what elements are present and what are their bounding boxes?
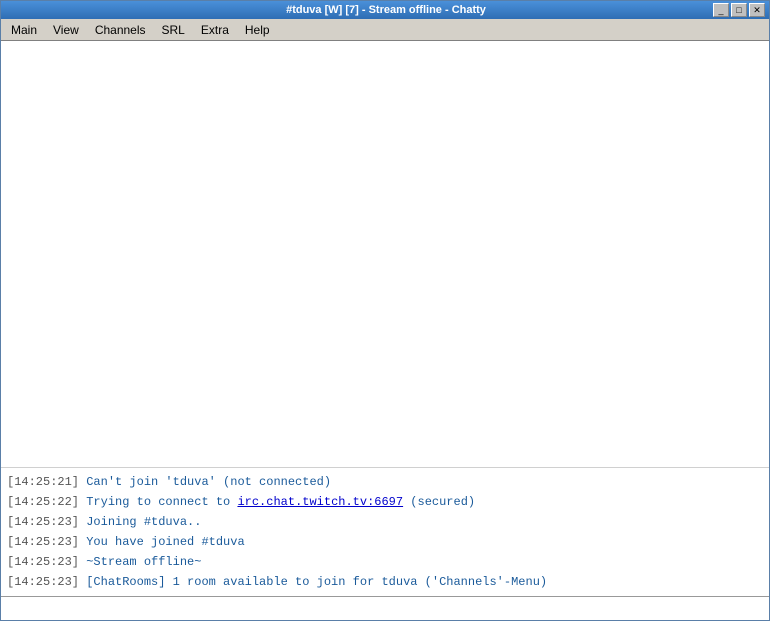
menu-item-channels[interactable]: Channels: [87, 21, 154, 39]
menu-bar: Main View Channels SRL Extra Help: [1, 19, 769, 41]
timestamp-3: [14:25:23]: [7, 515, 79, 529]
msg-text-2-before: Trying to connect to: [86, 495, 237, 509]
menu-item-extra[interactable]: Extra: [193, 21, 237, 39]
menu-item-srl[interactable]: SRL: [154, 21, 193, 39]
message-line-6: [14:25:23] [ChatRooms] 1 room available …: [1, 572, 769, 592]
message-line-4: [14:25:23] You have joined #tduva: [1, 532, 769, 552]
timestamp-4: [14:25:23]: [7, 535, 79, 549]
timestamp-5: [14:25:23]: [7, 555, 79, 569]
menu-item-main[interactable]: Main: [3, 21, 45, 39]
msg-text-4: You have joined #tduva: [86, 535, 244, 549]
message-line-5: [14:25:23] ~Stream offline~: [1, 552, 769, 572]
menu-item-help[interactable]: Help: [237, 21, 278, 39]
maximize-button[interactable]: □: [731, 3, 747, 17]
timestamp-1: [14:25:21]: [7, 475, 79, 489]
chat-area: [1, 41, 769, 467]
messages-section: [14:25:21] Can't join 'tduva' (not conne…: [1, 467, 769, 596]
msg-text-3: Joining #tduva..: [86, 515, 201, 529]
minimize-button[interactable]: _: [713, 3, 729, 17]
main-content: [14:25:21] Can't join 'tduva' (not conne…: [1, 41, 769, 620]
app-window: #tduva [W] [7] - Stream offline - Chatty…: [0, 0, 770, 621]
menu-item-view[interactable]: View: [45, 21, 87, 39]
timestamp-2: [14:25:22]: [7, 495, 79, 509]
close-button[interactable]: ✕: [749, 3, 765, 17]
title-bar: #tduva [W] [7] - Stream offline - Chatty…: [1, 1, 769, 19]
chat-input[interactable]: [1, 597, 769, 620]
window-controls: _ □ ✕: [713, 3, 765, 17]
msg-text-1: Can't join 'tduva' (not connected): [86, 475, 331, 489]
msg-text-6: [ChatRooms] 1 room available to join for…: [86, 575, 547, 589]
msg-link-2[interactable]: irc.chat.twitch.tv:6697: [237, 495, 403, 509]
message-line-2: [14:25:22] Trying to connect to irc.chat…: [1, 492, 769, 512]
title-text: #tduva [W] [7] - Stream offline - Chatty: [59, 4, 713, 16]
input-area: [1, 596, 769, 620]
timestamp-6: [14:25:23]: [7, 575, 79, 589]
message-line-3: [14:25:23] Joining #tduva..: [1, 512, 769, 532]
msg-text-2-after: (secured): [410, 495, 475, 509]
msg-text-5: ~Stream offline~: [86, 555, 201, 569]
message-line-1: [14:25:21] Can't join 'tduva' (not conne…: [1, 472, 769, 492]
